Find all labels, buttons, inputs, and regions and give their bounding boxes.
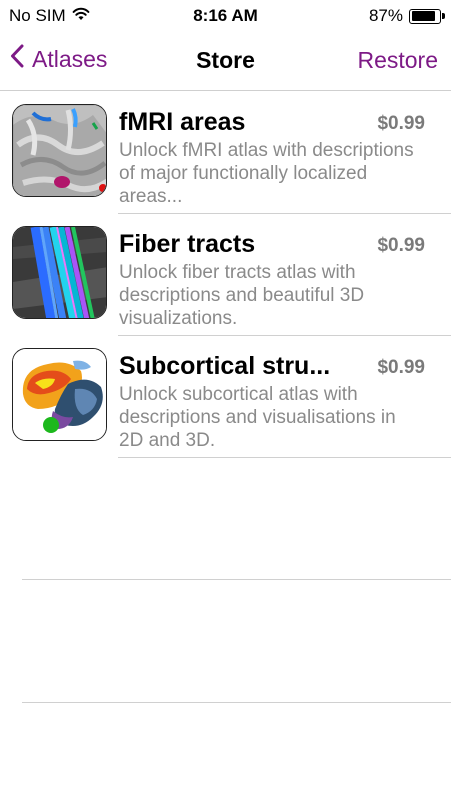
fmri-brain-thumbnail xyxy=(12,104,107,197)
item-price[interactable]: $0.99 xyxy=(377,113,425,135)
item-title: fMRI areas xyxy=(119,108,246,136)
item-description: Unlock fMRI atlas with descriptions of m… xyxy=(119,140,414,207)
item-description: Unlock subcortical atlas with descriptio… xyxy=(119,384,396,451)
item-title: Fiber tracts xyxy=(119,230,256,258)
item-title: Subcortical stru... xyxy=(119,352,331,380)
battery-percent: 87% xyxy=(368,6,403,25)
item-price[interactable]: $0.99 xyxy=(377,235,425,257)
store-item-subcortical-structures[interactable]: Subcortical stru... $0.99 Unlock subcort… xyxy=(0,336,451,458)
empty-row-separator xyxy=(22,702,451,703)
item-description: Unlock fiber tracts atlas with descripti… xyxy=(119,262,365,329)
store-item-fiber-tracts[interactable]: Fiber tracts $0.99 Unlock fiber tracts a… xyxy=(0,214,451,336)
store-list: fMRI areas $0.99 Unlock fMRI atlas with … xyxy=(0,92,451,458)
empty-row-separator xyxy=(22,579,451,580)
navigation-bar: Atlases Store Restore xyxy=(0,32,451,91)
subcortical-brain-thumbnail xyxy=(12,348,107,441)
battery-icon xyxy=(409,8,445,24)
item-price[interactable]: $0.99 xyxy=(377,357,425,379)
store-item-fmri-areas[interactable]: fMRI areas $0.99 Unlock fMRI atlas with … xyxy=(0,92,451,214)
restore-button[interactable]: Restore xyxy=(357,47,438,74)
fiber-tracts-thumbnail xyxy=(12,226,107,319)
battery-fill xyxy=(411,11,435,21)
status-bar: No SIM 8:16 AM 87% xyxy=(0,0,451,32)
status-right: 87% xyxy=(368,6,445,26)
